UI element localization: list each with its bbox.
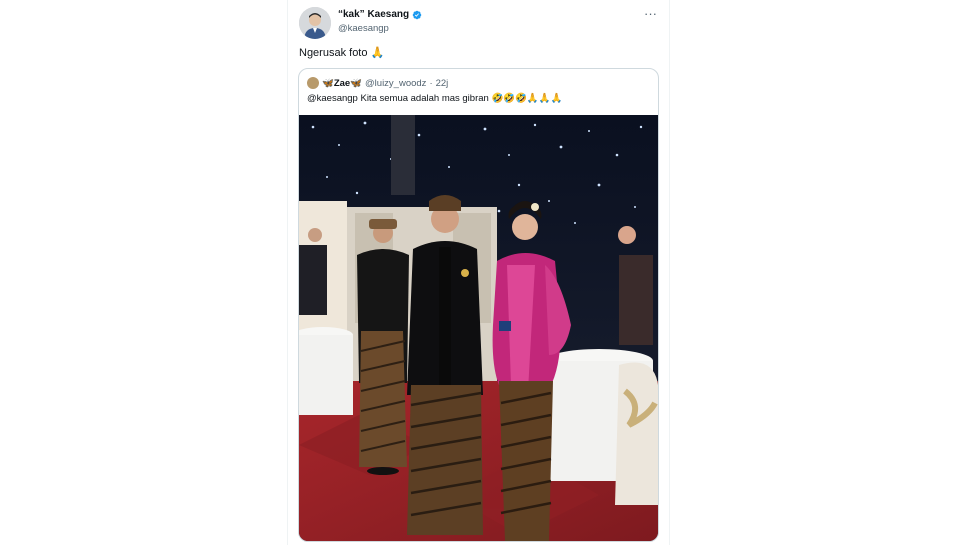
tweet-text: Ngerusak foto 🙏 <box>299 47 385 59</box>
more-horizontal-icon: ··· <box>644 6 657 21</box>
quoted-author-handle: @luizy_woodz <box>365 77 427 89</box>
verified-badge-icon <box>412 10 422 19</box>
quoted-author-avatar <box>307 77 319 89</box>
quoted-author-name: 🦋Zae🦋 <box>322 77 363 89</box>
quoted-tweet[interactable]: 🦋Zae🦋 @luizy_woodz · 22j @kaesangp Kita … <box>298 68 659 542</box>
tweet-card[interactable]: “kak” Kaesang @kaesangp ··· Ngerusak fot… <box>287 0 670 545</box>
more-options-button[interactable]: ··· <box>644 6 657 21</box>
author-display-name[interactable]: “kak” Kaesang <box>338 9 422 20</box>
quoted-tweet-photo[interactable] <box>299 115 658 541</box>
quoted-tweet-text: @kaesangp Kita semua adalah mas gibran 🤣… <box>307 93 563 104</box>
quoted-timestamp: 22j <box>435 77 449 89</box>
author-name-text[interactable]: “kak” Kaesang <box>338 9 409 20</box>
author-handle[interactable]: @kaesangp <box>338 23 389 34</box>
quoted-tweet-header: 🦋Zae🦋 @luizy_woodz · 22j <box>307 76 448 90</box>
author-avatar[interactable] <box>299 7 331 39</box>
quoted-separator: · <box>429 77 433 89</box>
